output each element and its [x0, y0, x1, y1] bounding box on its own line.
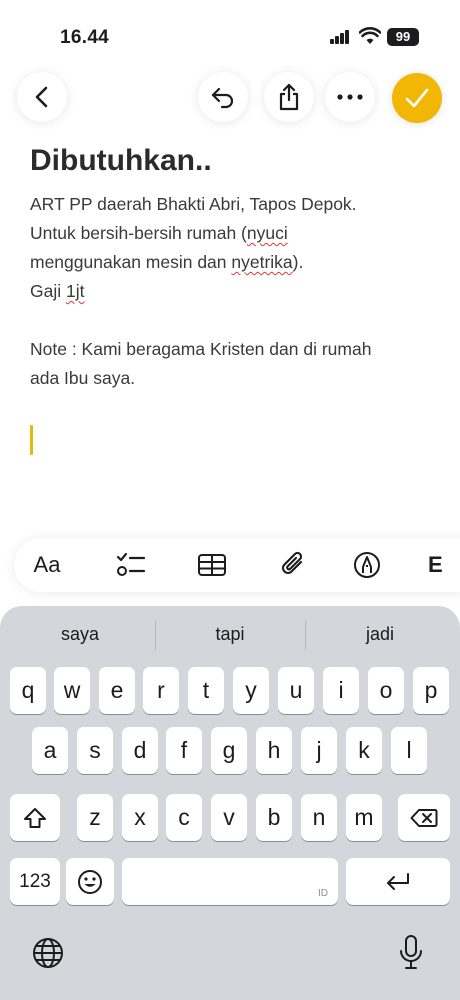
note-line: Note : Kami beragama Kristen dan di ruma…: [30, 339, 372, 359]
pen-circle-icon: [354, 552, 380, 578]
share-button[interactable]: [264, 72, 314, 122]
suggestion-item[interactable]: tapi: [160, 624, 300, 645]
attach-button[interactable]: [276, 548, 310, 582]
language-hint: ID: [318, 888, 328, 899]
key[interactable]: u: [278, 667, 314, 714]
globe-icon: [33, 938, 63, 968]
key[interactable]: g: [211, 727, 247, 774]
more-format-button[interactable]: E: [428, 548, 448, 582]
key[interactable]: h: [256, 727, 292, 774]
suggestion-item[interactable]: jadi: [310, 624, 450, 645]
note-body[interactable]: ART PP daerah Bhakti Abri, Tapos Depok. …: [30, 190, 440, 393]
status-time: 16.44: [60, 27, 110, 48]
dictation-button[interactable]: [398, 934, 424, 972]
emoji-key[interactable]: [66, 858, 114, 905]
format-toolbar: Aa E: [14, 538, 460, 592]
note-line: ART PP daerah Bhakti Abri, Tapos Depok.: [30, 194, 357, 214]
key[interactable]: a: [32, 727, 68, 774]
key[interactable]: e: [99, 667, 135, 714]
chevron-left-icon: [35, 86, 48, 108]
misspelled-word[interactable]: nyuci: [247, 223, 288, 243]
key[interactable]: p: [413, 667, 449, 714]
emoji-icon: [78, 869, 102, 894]
key[interactable]: j: [301, 727, 337, 774]
divider: [305, 620, 306, 650]
misspelled-word[interactable]: nyetrika: [231, 252, 292, 272]
checklist-icon: [116, 552, 146, 576]
checklist-button[interactable]: [114, 548, 148, 582]
note-title[interactable]: Dibutuhkan..: [30, 144, 212, 178]
numbers-key[interactable]: 123: [10, 858, 60, 905]
key[interactable]: b: [256, 794, 292, 841]
keyboard: saya tapi jadi q w e r t y u i o p a s d…: [0, 606, 460, 1000]
delete-icon: [410, 808, 438, 827]
key[interactable]: v: [211, 794, 247, 841]
battery-indicator: 99: [387, 28, 419, 46]
key[interactable]: o: [368, 667, 404, 714]
key[interactable]: x: [122, 794, 158, 841]
share-icon: [279, 83, 299, 111]
shift-key[interactable]: [10, 794, 60, 841]
key[interactable]: i: [323, 667, 359, 714]
key[interactable]: f: [166, 727, 202, 774]
done-button[interactable]: [392, 73, 442, 123]
key[interactable]: m: [346, 794, 382, 841]
key[interactable]: q: [10, 667, 46, 714]
key[interactable]: r: [143, 667, 179, 714]
key[interactable]: l: [391, 727, 427, 774]
key[interactable]: w: [54, 667, 90, 714]
note-line: Gaji 1jt: [30, 281, 85, 301]
return-icon: [387, 872, 409, 890]
undo-button[interactable]: [198, 72, 248, 122]
table-icon: [198, 554, 226, 576]
checkmark-icon: [405, 88, 429, 108]
note-line: menggunakan mesin dan nyetrika).: [30, 252, 304, 272]
key[interactable]: c: [166, 794, 202, 841]
suggestion-bar: saya tapi jadi: [0, 606, 460, 664]
key[interactable]: n: [301, 794, 337, 841]
key[interactable]: d: [122, 727, 158, 774]
more-button[interactable]: [325, 72, 375, 122]
key[interactable]: y: [233, 667, 269, 714]
table-button[interactable]: [195, 548, 229, 582]
cellular-signal-icon: [330, 30, 350, 44]
key[interactable]: t: [188, 667, 224, 714]
space-key[interactable]: ID: [122, 858, 338, 905]
shift-icon: [24, 807, 46, 828]
divider: [155, 620, 156, 650]
key[interactable]: k: [346, 727, 382, 774]
undo-icon: [211, 87, 234, 109]
suggestion-item[interactable]: saya: [10, 624, 150, 645]
return-key[interactable]: [346, 858, 450, 905]
microphone-icon: [400, 935, 422, 969]
paperclip-icon: [281, 551, 303, 575]
text-style-button[interactable]: Aa: [30, 548, 64, 582]
key[interactable]: z: [77, 794, 113, 841]
status-bar: 16.44 99: [0, 0, 460, 60]
text-cursor: [30, 425, 33, 455]
note-line: ada Ibu saya.: [30, 368, 136, 388]
back-button[interactable]: [17, 72, 67, 122]
markup-button[interactable]: [350, 548, 384, 582]
key[interactable]: s: [77, 727, 113, 774]
globe-button[interactable]: [32, 937, 64, 969]
misspelled-word[interactable]: 1jt: [66, 281, 84, 301]
note-line: Untuk bersih-bersih rumah (nyuci: [30, 223, 288, 243]
wifi-icon: [359, 27, 381, 44]
delete-key[interactable]: [398, 794, 450, 841]
ellipsis-icon: [337, 94, 363, 100]
